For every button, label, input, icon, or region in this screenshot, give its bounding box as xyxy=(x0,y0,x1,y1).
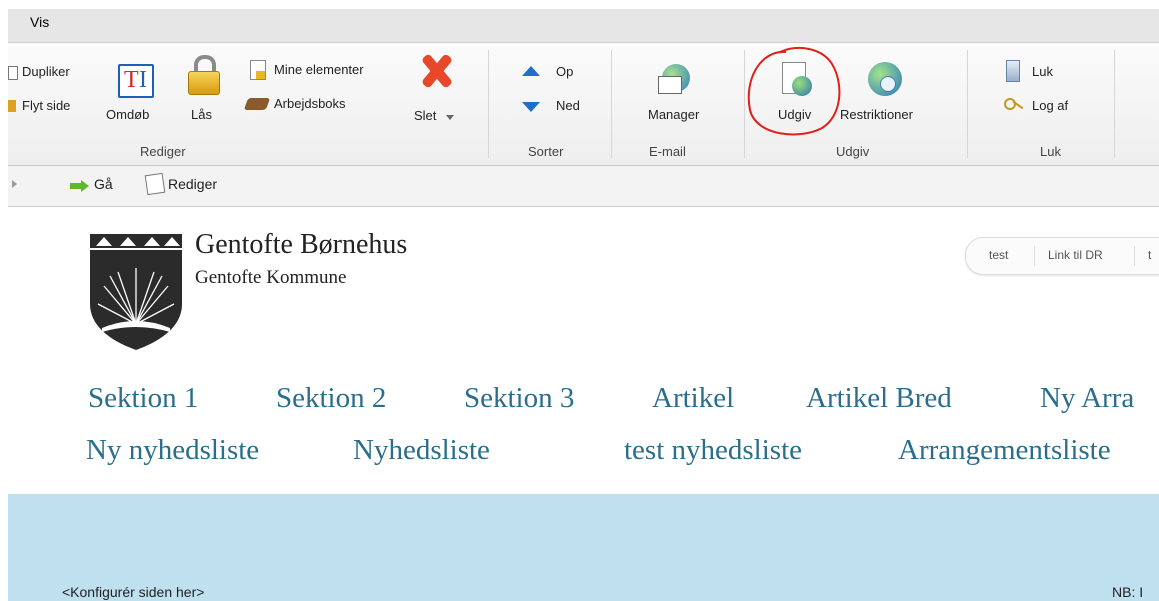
arrow-down-icon xyxy=(522,102,540,112)
duplicate-button[interactable]: Dupliker xyxy=(22,64,70,79)
tab-vis[interactable]: Vis xyxy=(30,14,49,30)
arrow-up-icon xyxy=(522,66,540,76)
move-page-button[interactable]: Flyt side xyxy=(22,98,70,113)
move-page-icon xyxy=(8,100,16,112)
group-label-email: E-mail xyxy=(649,144,686,159)
nav-sektion-2[interactable]: Sektion 2 xyxy=(276,382,386,415)
nav-test-nyhedsliste[interactable]: test nyhedsliste xyxy=(624,434,802,467)
annotation-circle xyxy=(747,47,841,136)
link-divider xyxy=(1134,246,1135,266)
workbox-button[interactable]: Arbejdsboks xyxy=(274,96,346,111)
site-subtitle: Gentofte Kommune xyxy=(195,267,347,288)
go-button[interactable]: Gå xyxy=(94,176,113,192)
nav-ny-arrangement[interactable]: Ny Arra xyxy=(1040,382,1134,415)
duplicate-icon xyxy=(8,66,18,80)
edit-icon xyxy=(144,172,166,196)
keys-icon xyxy=(1004,98,1024,112)
coat-of-arms-logo xyxy=(90,234,182,350)
group-separator xyxy=(967,50,968,158)
nav-nyhedsliste[interactable]: Nyhedsliste xyxy=(353,434,490,467)
nav-ny-nyhedsliste[interactable]: Ny nyhedsliste xyxy=(86,434,259,467)
nav-sektion-1[interactable]: Sektion 1 xyxy=(88,382,198,415)
close-door-icon xyxy=(1006,60,1020,82)
nav-artikel-bred[interactable]: Artikel Bred xyxy=(806,382,952,415)
nav-arrangementsliste[interactable]: Arrangementsliste xyxy=(898,434,1111,467)
delete-icon xyxy=(416,50,456,94)
group-separator xyxy=(488,50,489,158)
edit-button[interactable]: Rediger xyxy=(168,176,217,192)
rename-icon: T I xyxy=(118,64,154,98)
restrictions-icon xyxy=(868,62,902,96)
group-label-luk: Luk xyxy=(1040,144,1061,159)
nav-sektion-3[interactable]: Sektion 3 xyxy=(464,382,574,415)
manager-button[interactable]: Manager xyxy=(648,107,699,122)
close-button[interactable]: Luk xyxy=(1032,64,1053,79)
nav-artikel[interactable]: Artikel xyxy=(652,382,734,415)
top-link-test[interactable]: test xyxy=(989,248,1008,262)
group-label-udgiv: Udgiv xyxy=(836,144,870,159)
menu-bar-strip xyxy=(8,9,1159,43)
menu-bar xyxy=(0,0,1159,43)
logout-button[interactable]: Log af xyxy=(1032,98,1068,113)
site-name[interactable]: Gentofte Børnehus xyxy=(195,229,407,261)
lock-button[interactable]: Lås xyxy=(191,107,212,122)
rename-button[interactable]: Omdøb xyxy=(106,107,149,122)
my-items-icon xyxy=(250,60,266,80)
lock-icon xyxy=(188,55,220,99)
delete-button[interactable]: Slet xyxy=(414,108,436,123)
top-link-dr[interactable]: Link til DR xyxy=(1048,248,1103,262)
email-manager-icon xyxy=(658,62,690,98)
group-label-rediger: Rediger xyxy=(140,144,186,159)
note-text: NB: I xyxy=(1112,584,1144,600)
group-separator xyxy=(611,50,612,158)
top-link-t[interactable]: t xyxy=(1148,248,1151,262)
my-items-button[interactable]: Mine elementer xyxy=(274,62,364,77)
group-separator xyxy=(1114,50,1115,158)
top-links: test Link til DR t xyxy=(965,237,1159,275)
chevron-right-icon[interactable] xyxy=(12,180,17,188)
workbox-icon xyxy=(243,98,271,110)
chevron-down-icon[interactable] xyxy=(446,115,454,120)
sort-up-button[interactable]: Op xyxy=(556,64,573,79)
sort-down-button[interactable]: Ned xyxy=(556,98,580,113)
restrictions-button[interactable]: Restriktioner xyxy=(840,107,913,122)
configure-page-link[interactable]: <Konfigurér siden her> xyxy=(62,584,204,600)
link-divider xyxy=(1034,246,1035,266)
group-label-sorter: Sorter xyxy=(528,144,564,159)
go-arrow-icon xyxy=(70,180,90,192)
